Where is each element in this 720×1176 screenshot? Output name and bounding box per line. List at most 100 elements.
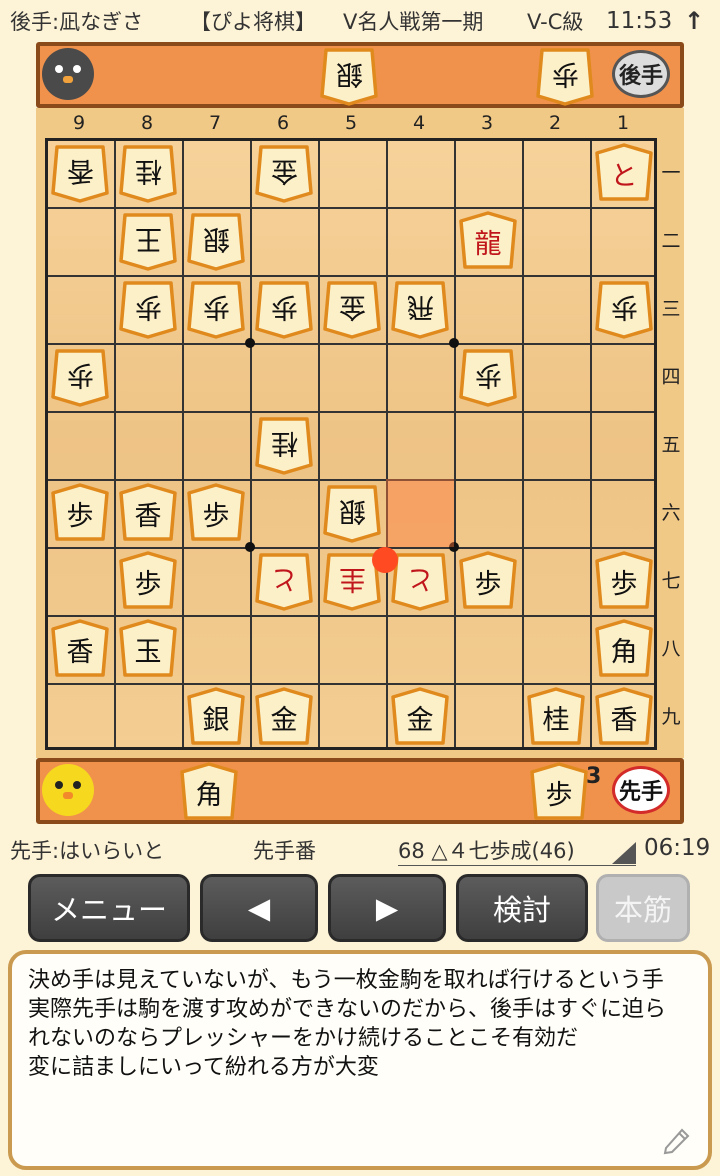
file-label: 9 <box>72 112 86 134</box>
board-piece[interactable]: 金 <box>255 687 313 747</box>
board-piece[interactable]: 龍 <box>459 211 517 271</box>
piece-glyph: 圭 <box>338 562 366 594</box>
rank-label: 九 <box>661 706 681 728</box>
board-piece[interactable]: 歩 <box>459 551 517 611</box>
board-piece[interactable]: 桂 <box>119 143 177 203</box>
piece-glyph: 香 <box>66 636 94 668</box>
piece-glyph: 香 <box>610 704 638 736</box>
board-piece[interactable]: 桂 <box>255 415 313 475</box>
piece-glyph: 歩 <box>610 568 638 600</box>
board-piece[interactable]: 銀 <box>187 211 245 271</box>
grid-line <box>48 275 654 277</box>
board-piece[interactable]: 飛 <box>391 279 449 339</box>
turn-label: 先手番 <box>253 839 316 863</box>
piece-glyph: と <box>610 160 638 192</box>
board-piece[interactable]: 金 <box>323 279 381 339</box>
board-piece[interactable]: 香 <box>51 143 109 203</box>
next-move-button[interactable]: ▶ <box>328 874 446 942</box>
sente-hand-piece[interactable]: 歩 <box>530 762 588 822</box>
analyze-button[interactable]: 検討 <box>456 874 588 942</box>
board-piece[interactable]: 歩 <box>595 279 653 339</box>
rank-label: 三 <box>661 298 681 320</box>
grid-line <box>48 207 654 209</box>
info-line: 先手:はいらいと 先手番 68 △４七歩成(46) 06:19 <box>0 830 720 866</box>
board-piece[interactable]: 王 <box>119 211 177 271</box>
rank-label: 二 <box>661 230 681 252</box>
board-piece[interactable]: と <box>391 551 449 611</box>
dropdown-corner-icon[interactable] <box>612 842 636 864</box>
piece-glyph: 歩 <box>134 568 162 600</box>
board-piece[interactable]: 香 <box>119 483 177 543</box>
board-piece[interactable]: 銀 <box>187 687 245 747</box>
board-piece[interactable]: と <box>255 551 313 611</box>
board-piece[interactable]: 歩 <box>595 551 653 611</box>
gote-hand-piece[interactable]: 銀 <box>320 46 378 106</box>
file-label: 8 <box>140 112 154 134</box>
board-piece[interactable]: 歩 <box>51 347 109 407</box>
star-point <box>245 542 255 552</box>
board-piece[interactable]: 金 <box>255 143 313 203</box>
piece-glyph: 歩 <box>202 500 230 532</box>
sente-hand-piece[interactable]: 角 <box>180 762 238 822</box>
board-piece[interactable]: 桂 <box>527 687 585 747</box>
sente-chick-avatar-icon <box>42 764 94 816</box>
board-piece[interactable]: 歩 <box>255 279 313 339</box>
piece-glyph: と <box>270 562 298 594</box>
app-title: 【ぴよ将棋】 <box>190 10 316 34</box>
piece-glyph: 桂 <box>270 426 298 458</box>
board-piece[interactable]: 角 <box>595 619 653 679</box>
board-piece[interactable]: 香 <box>595 687 653 747</box>
star-point <box>449 338 459 348</box>
piece-glyph: 歩 <box>134 290 162 322</box>
piece-glyph: 歩 <box>551 57 579 89</box>
piece-glyph: と <box>406 562 434 594</box>
board-piece[interactable]: 歩 <box>119 279 177 339</box>
rank-label: 五 <box>661 434 681 456</box>
board-piece[interactable]: 玉 <box>119 619 177 679</box>
grid-line <box>114 141 116 747</box>
edit-pencil-icon[interactable] <box>660 1122 694 1156</box>
rank-label: 六 <box>661 502 681 524</box>
file-label: 1 <box>616 112 630 134</box>
piece-glyph: 玉 <box>134 636 162 668</box>
piece-glyph: 桂 <box>542 704 570 736</box>
piece-glyph: 歩 <box>202 290 230 322</box>
last-move-marker <box>372 547 398 573</box>
hand-count: 3 <box>586 764 602 789</box>
comment-box[interactable]: 決め手は見えていないが、もう一枚金駒を取れば行けるという手 実際先手は駒を渡す攻… <box>8 950 712 1170</box>
grid-line <box>318 141 320 747</box>
menu-button[interactable]: メニュー <box>28 874 190 942</box>
rank-label: 八 <box>661 638 681 660</box>
gote-chick-avatar-icon <box>42 48 94 100</box>
board-piece[interactable]: 歩 <box>119 551 177 611</box>
clock: 11:53 <box>606 8 673 34</box>
piece-glyph: 王 <box>134 222 162 254</box>
prev-move-button[interactable]: ◀ <box>200 874 318 942</box>
gote-hand-piece[interactable]: 歩 <box>536 46 594 106</box>
board-piece[interactable]: 歩 <box>51 483 109 543</box>
gote-player-name: 後手:凪なぎさ <box>10 10 144 34</box>
piece-glyph: 歩 <box>66 500 94 532</box>
board-piece[interactable]: 銀 <box>323 483 381 543</box>
piece-glyph: 金 <box>338 290 366 322</box>
board-piece[interactable]: 歩 <box>187 279 245 339</box>
event-name: V名人戦第一期 <box>343 10 484 34</box>
move-selector[interactable]: 68 △４七歩成(46) <box>398 835 636 866</box>
class-label: V-C級 <box>527 10 584 34</box>
grid-line <box>250 141 252 747</box>
board-piece[interactable]: 歩 <box>187 483 245 543</box>
rank-label: 一 <box>661 162 681 184</box>
status-header: 後手:凪なぎさ 【ぴよ将棋】 V名人戦第一期 V-C級 11:53 ↑ <box>0 0 720 42</box>
grid-line <box>48 547 654 549</box>
grid-line <box>48 683 654 685</box>
gote-badge: 後手 <box>612 50 670 98</box>
file-label: 4 <box>412 112 426 134</box>
board-piece[interactable]: 香 <box>51 619 109 679</box>
shogi-board[interactable]: 香桂金と王銀龍歩歩歩金飛歩歩歩桂歩香歩銀歩と圭と歩歩香玉角銀金金桂香 <box>45 138 657 750</box>
piece-glyph: 銀 <box>338 494 366 526</box>
board-piece[interactable]: 金 <box>391 687 449 747</box>
piece-glyph: 香 <box>134 500 162 532</box>
board-piece[interactable]: 歩 <box>459 347 517 407</box>
board-piece[interactable]: と <box>595 143 653 203</box>
file-label: 7 <box>208 112 222 134</box>
